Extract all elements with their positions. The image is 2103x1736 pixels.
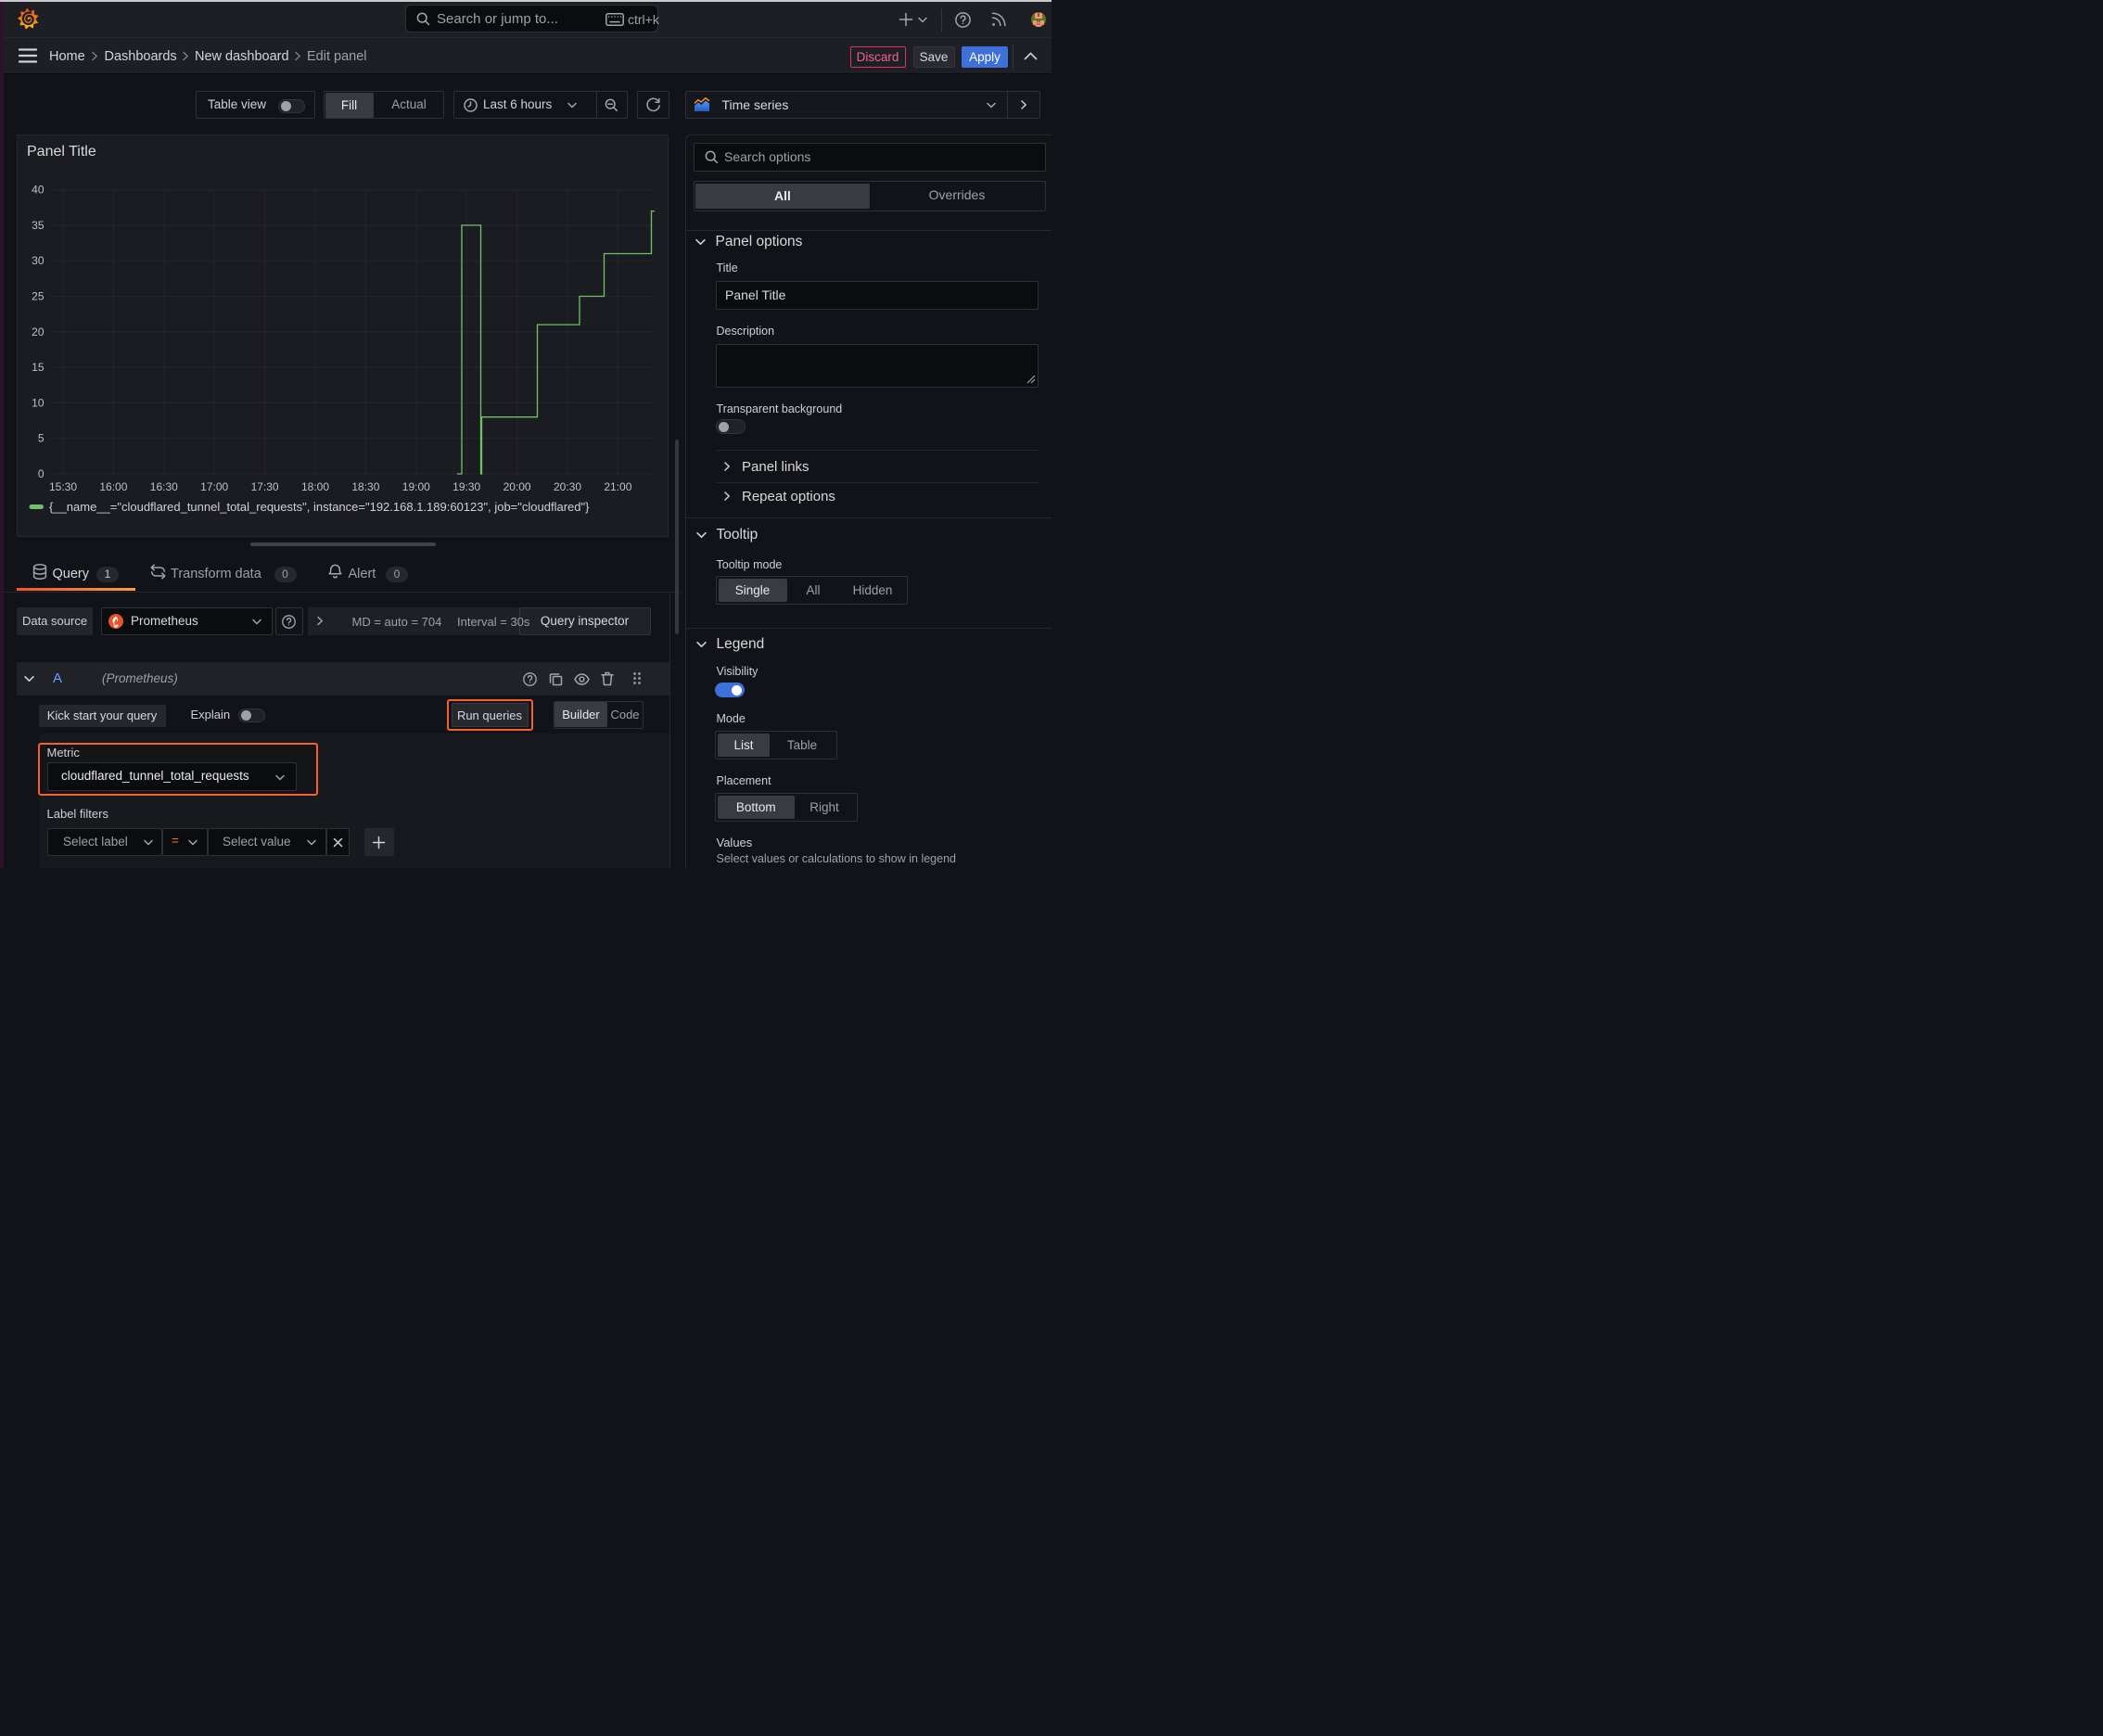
svg-text:0: 0: [38, 467, 45, 480]
svg-text:20:30: 20:30: [554, 480, 581, 493]
svg-text:10: 10: [32, 396, 45, 409]
svg-text:16:00: 16:00: [99, 480, 127, 493]
svg-text:17:00: 17:00: [200, 480, 228, 493]
svg-text:18:30: 18:30: [351, 480, 379, 493]
svg-text:40: 40: [32, 184, 45, 197]
svg-text:25: 25: [32, 290, 45, 303]
svg-text:15:30: 15:30: [49, 480, 77, 493]
svg-text:5: 5: [38, 432, 45, 445]
svg-text:17:30: 17:30: [251, 480, 279, 493]
svg-text:16:30: 16:30: [150, 480, 178, 493]
svg-text:20: 20: [32, 326, 45, 338]
svg-text:15: 15: [32, 361, 45, 374]
svg-text:18:00: 18:00: [301, 480, 329, 493]
svg-text:30: 30: [32, 254, 45, 267]
svg-text:19:30: 19:30: [452, 480, 480, 493]
svg-text:35: 35: [32, 219, 45, 232]
svg-text:20:00: 20:00: [503, 480, 531, 493]
svg-text:21:00: 21:00: [604, 480, 631, 493]
svg-text:19:00: 19:00: [402, 480, 430, 493]
